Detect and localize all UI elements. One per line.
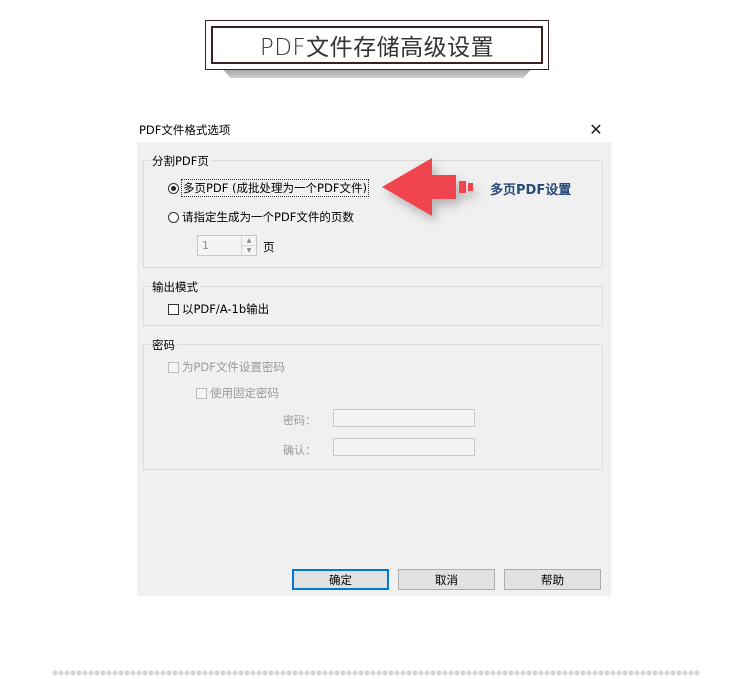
radio-specify-pages-row[interactable]: 请指定生成为一个PDF文件的页数	[168, 209, 354, 225]
set-password-label[interactable]: 为PDF文件设置密码	[182, 359, 285, 375]
output-mode-group: 输出模式 以PDF/A-1b输出	[143, 279, 603, 326]
output-mode-group-label: 输出模式	[150, 279, 200, 295]
banner-title: PDF文件存储高级设置	[211, 26, 543, 64]
chevron-up-icon[interactable]: ▲	[242, 236, 256, 246]
red-arrow-icon	[382, 158, 473, 216]
cancel-button[interactable]: 取消	[398, 569, 495, 590]
password-group: 密码 为PDF文件设置密码 使用固定密码 密码： 确认：	[143, 337, 603, 470]
dialog-titlebar: PDF文件格式选项 ✕	[137, 116, 611, 142]
split-pages-group-label: 分割PDF页	[150, 153, 211, 169]
chevron-down-icon[interactable]: ▼	[242, 246, 256, 255]
radio-specify-pages-label[interactable]: 请指定生成为一个PDF文件的页数	[182, 209, 354, 225]
annotation-callout: 多页PDF设置	[380, 155, 590, 225]
pages-stepper-buttons[interactable]: ▲ ▼	[241, 236, 256, 255]
radio-multipage[interactable]	[168, 182, 179, 194]
pages-unit-label: 页	[263, 240, 275, 254]
radio-specify-pages[interactable]	[168, 211, 179, 223]
confirm-field-label: 确认：	[283, 444, 316, 457]
password-field[interactable]	[333, 409, 475, 427]
fixed-password-label[interactable]: 使用固定密码	[210, 385, 279, 401]
set-password-checkbox[interactable]	[168, 361, 179, 373]
pdfa-checkbox-row[interactable]: 以PDF/A-1b输出	[168, 301, 269, 317]
close-icon[interactable]: ✕	[587, 120, 605, 139]
radio-multipage-row[interactable]: 多页PDF (成批处理为一个PDF文件)	[168, 179, 369, 197]
password-field-label: 密码：	[283, 414, 316, 427]
pages-stepper-value[interactable]: 1	[202, 239, 209, 252]
help-button[interactable]: 帮助	[504, 569, 601, 590]
pdfa-checkbox-label[interactable]: 以PDF/A-1b输出	[182, 301, 269, 317]
password-group-label: 密码	[150, 337, 177, 353]
radio-multipage-label[interactable]: 多页PDF (成批处理为一个PDF文件)	[181, 179, 369, 197]
fixed-password-checkbox[interactable]	[196, 387, 207, 399]
pdfa-checkbox[interactable]	[168, 303, 179, 315]
banner: PDF文件存储高级设置	[205, 20, 549, 70]
pages-stepper[interactable]: 1 ▲ ▼	[197, 235, 257, 256]
ok-button[interactable]: 确定	[292, 569, 389, 590]
annotation-label: 多页PDF设置	[490, 183, 572, 198]
set-password-row[interactable]: 为PDF文件设置密码	[168, 359, 285, 375]
dialog-title: PDF文件格式选项	[139, 123, 231, 137]
confirm-password-field[interactable]	[333, 438, 475, 456]
fixed-password-row[interactable]: 使用固定密码	[196, 385, 279, 401]
dotted-divider	[52, 670, 700, 676]
